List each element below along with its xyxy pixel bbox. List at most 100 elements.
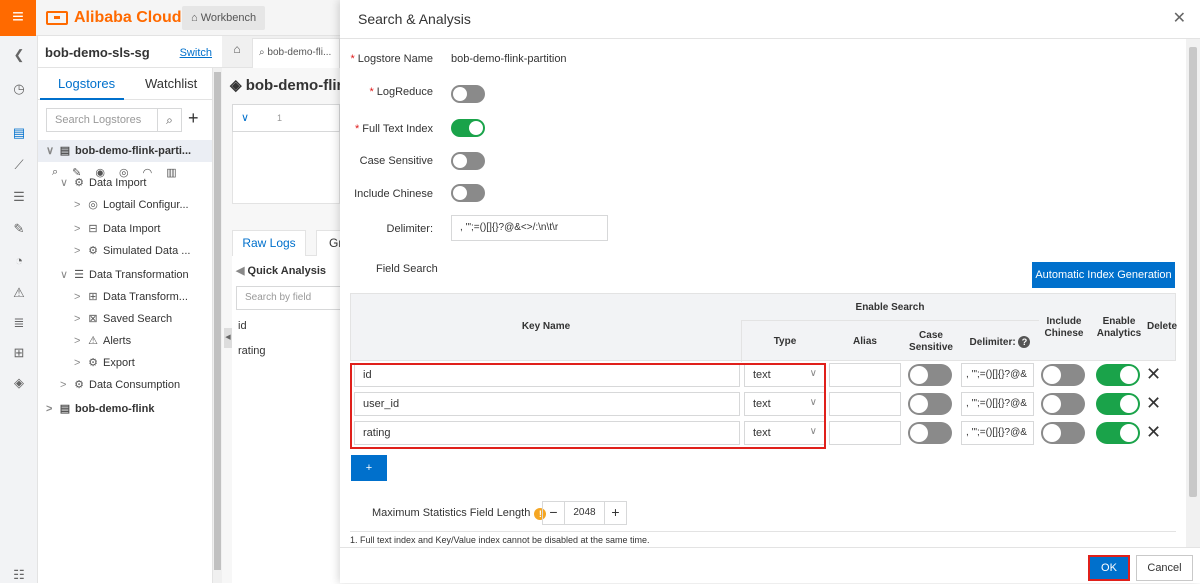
add-field-button[interactable]: + (351, 455, 387, 481)
chevron-down-icon[interactable]: ∨ (46, 140, 58, 162)
sidebar-scrollbar[interactable] (212, 68, 222, 583)
preview-eye-icon[interactable]: ◉ (95, 166, 105, 179)
search-icon[interactable]: ⌕ (158, 108, 182, 132)
chevron-right-icon[interactable]: > (74, 352, 86, 374)
tree-item[interactable]: > ⊠ Saved Search (38, 308, 212, 330)
case-sensitive-toggle[interactable] (451, 152, 485, 170)
case-sensitive-toggle[interactable] (908, 422, 952, 444)
case-sensitive-toggle[interactable] (908, 393, 952, 415)
delete-icon[interactable]: ▥ (166, 166, 176, 179)
delimiter-input[interactable]: , '";=()[]{}?@& (961, 363, 1034, 387)
search-analyze-icon[interactable]: ⌕ (52, 166, 58, 179)
chevron-right-icon[interactable]: > (46, 398, 58, 420)
tree-item[interactable]: > ⊞ Data Transform... (38, 286, 212, 308)
tab-raw-logs[interactable]: Raw Logs (232, 230, 306, 256)
list-icon[interactable]: ≣ (10, 314, 28, 332)
delimiter-input[interactable]: , '";=()[]{}?@& (961, 392, 1034, 416)
enable-analytics-toggle[interactable] (1096, 422, 1140, 444)
enable-analytics-toggle[interactable] (1096, 364, 1140, 386)
chevron-down-icon[interactable]: ∨ (60, 264, 72, 286)
include-chinese-toggle[interactable] (1041, 393, 1085, 415)
tree-item[interactable]: ∨ ☰ Data Transformation (38, 264, 212, 286)
back-arrow-icon[interactable]: ❮ (10, 46, 28, 64)
delete-icon[interactable]: ✕ (1146, 365, 1161, 383)
max-stat-value[interactable]: 2048 (565, 507, 604, 518)
dialog-scrollbar[interactable] (1186, 39, 1200, 547)
switch-project-link[interactable]: Switch (180, 47, 212, 59)
tree-item[interactable]: > ⚙ Export (38, 352, 212, 374)
logstore-icon[interactable]: ▤ (10, 124, 28, 142)
edit-icon[interactable]: ✎ (10, 220, 28, 238)
clock-icon[interactable]: ◷ (10, 80, 28, 98)
chevron-right-icon[interactable]: > (74, 218, 86, 240)
tree-item[interactable]: > ⚙ Data Consumption (38, 374, 212, 396)
modify-icon[interactable]: ✎ (72, 166, 81, 179)
include-chinese-toggle[interactable] (1041, 422, 1085, 444)
dialog-scrollbar-thumb[interactable] (1189, 47, 1197, 497)
alias-input[interactable] (829, 421, 901, 445)
tree-item[interactable]: > ⚙ Simulated Data ... (38, 240, 212, 262)
tree-item[interactable]: > ⚠ Alerts (38, 330, 212, 352)
help-icon[interactable]: ? (1018, 336, 1031, 348)
layers-icon[interactable]: ◈ (10, 374, 28, 392)
type-select[interactable]: text ∨ (744, 363, 826, 387)
close-icon[interactable]: ✕ (1173, 8, 1186, 28)
chevron-right-icon[interactable]: > (74, 308, 86, 330)
workbench-button[interactable]: ⌂ Workbench (182, 6, 266, 30)
monitor-icon[interactable]: ◎ (119, 166, 129, 179)
chevron-down-icon[interactable]: ∨ (241, 111, 249, 124)
alias-input[interactable] (829, 363, 901, 387)
tree-item[interactable]: > ⊟ Data Import (38, 218, 212, 240)
hamburger-menu-icon[interactable]: ≡ (0, 0, 36, 36)
field-item[interactable]: rating (238, 345, 266, 357)
tab-logstore[interactable]: ⌕ bob-demo-fli... (252, 38, 340, 68)
decrement-button[interactable]: − (543, 502, 565, 524)
chevron-right-icon[interactable]: > (60, 374, 72, 396)
alias-input[interactable] (829, 392, 901, 416)
chevron-right-icon[interactable]: > (74, 194, 86, 216)
search-logstores-input[interactable]: Search Logstores (46, 108, 158, 132)
enable-analytics-toggle[interactable] (1096, 393, 1140, 415)
tree-item[interactable]: ∨ ▤ bob-demo-flink-parti... (38, 140, 212, 162)
delimiter-input[interactable]: , '";=()[]{}?@& (961, 421, 1034, 445)
tree-item[interactable]: > ▤ bob-demo-flink (38, 398, 212, 420)
dashboard-icon[interactable]: ◠ (143, 166, 153, 179)
increment-button[interactable]: + (604, 502, 626, 524)
tab-watchlist[interactable]: Watchlist (145, 76, 197, 91)
chevron-right-icon[interactable]: > (74, 286, 86, 308)
case-sensitive-toggle[interactable] (908, 364, 952, 386)
max-stat-stepper[interactable]: − 2048 + (542, 501, 627, 525)
collapse-left-icon[interactable]: ◀ (236, 265, 244, 277)
alibaba-cloud-logo[interactable]: Alibaba Cloud (46, 9, 182, 27)
tab-logstores[interactable]: Logstores (58, 76, 115, 91)
field-item[interactable]: id (238, 320, 247, 332)
include-chinese-toggle[interactable] (1041, 364, 1085, 386)
chevron-right-icon[interactable]: > (74, 240, 86, 262)
type-select[interactable]: text ∨ (744, 421, 826, 445)
sidebar-scrollbar-thumb[interactable] (214, 72, 221, 570)
cancel-button[interactable]: Cancel (1136, 555, 1193, 581)
type-select[interactable]: text ∨ (744, 392, 826, 416)
query-editor[interactable]: ∨ 1 (232, 104, 340, 132)
delete-icon[interactable]: ✕ (1146, 423, 1161, 441)
add-logstore-icon[interactable]: + (188, 108, 199, 129)
alert-bell-icon[interactable]: ⚠ (10, 284, 28, 302)
pie-icon[interactable]: ◔ (10, 252, 28, 270)
delimiter-input[interactable]: , '";=()[]{}?@&<>/:\n\t\r (451, 215, 608, 241)
search-by-field-input[interactable]: Search by field (236, 286, 346, 310)
key-name-input[interactable]: rating (354, 421, 740, 445)
logreduce-toggle[interactable] (451, 85, 485, 103)
database-icon[interactable]: ☰ (10, 188, 28, 206)
chart-icon[interactable]: ⟋ (10, 156, 28, 174)
collapse-sidebar-handle[interactable]: ◀ (224, 328, 232, 348)
full-text-index-toggle[interactable] (451, 119, 485, 137)
include-chinese-toggle[interactable] (451, 184, 485, 202)
chevron-right-icon[interactable]: > (74, 330, 86, 352)
key-name-input[interactable]: id (354, 363, 740, 387)
tree-item[interactable]: > ◎ Logtail Configur... (38, 194, 212, 216)
export-icon[interactable]: ⊞ (10, 344, 28, 362)
key-name-input[interactable]: user_id (354, 392, 740, 416)
home-tab-icon[interactable]: ⌂ (226, 42, 248, 62)
delete-icon[interactable]: ✕ (1146, 394, 1161, 412)
ok-button[interactable]: OK (1088, 555, 1130, 581)
